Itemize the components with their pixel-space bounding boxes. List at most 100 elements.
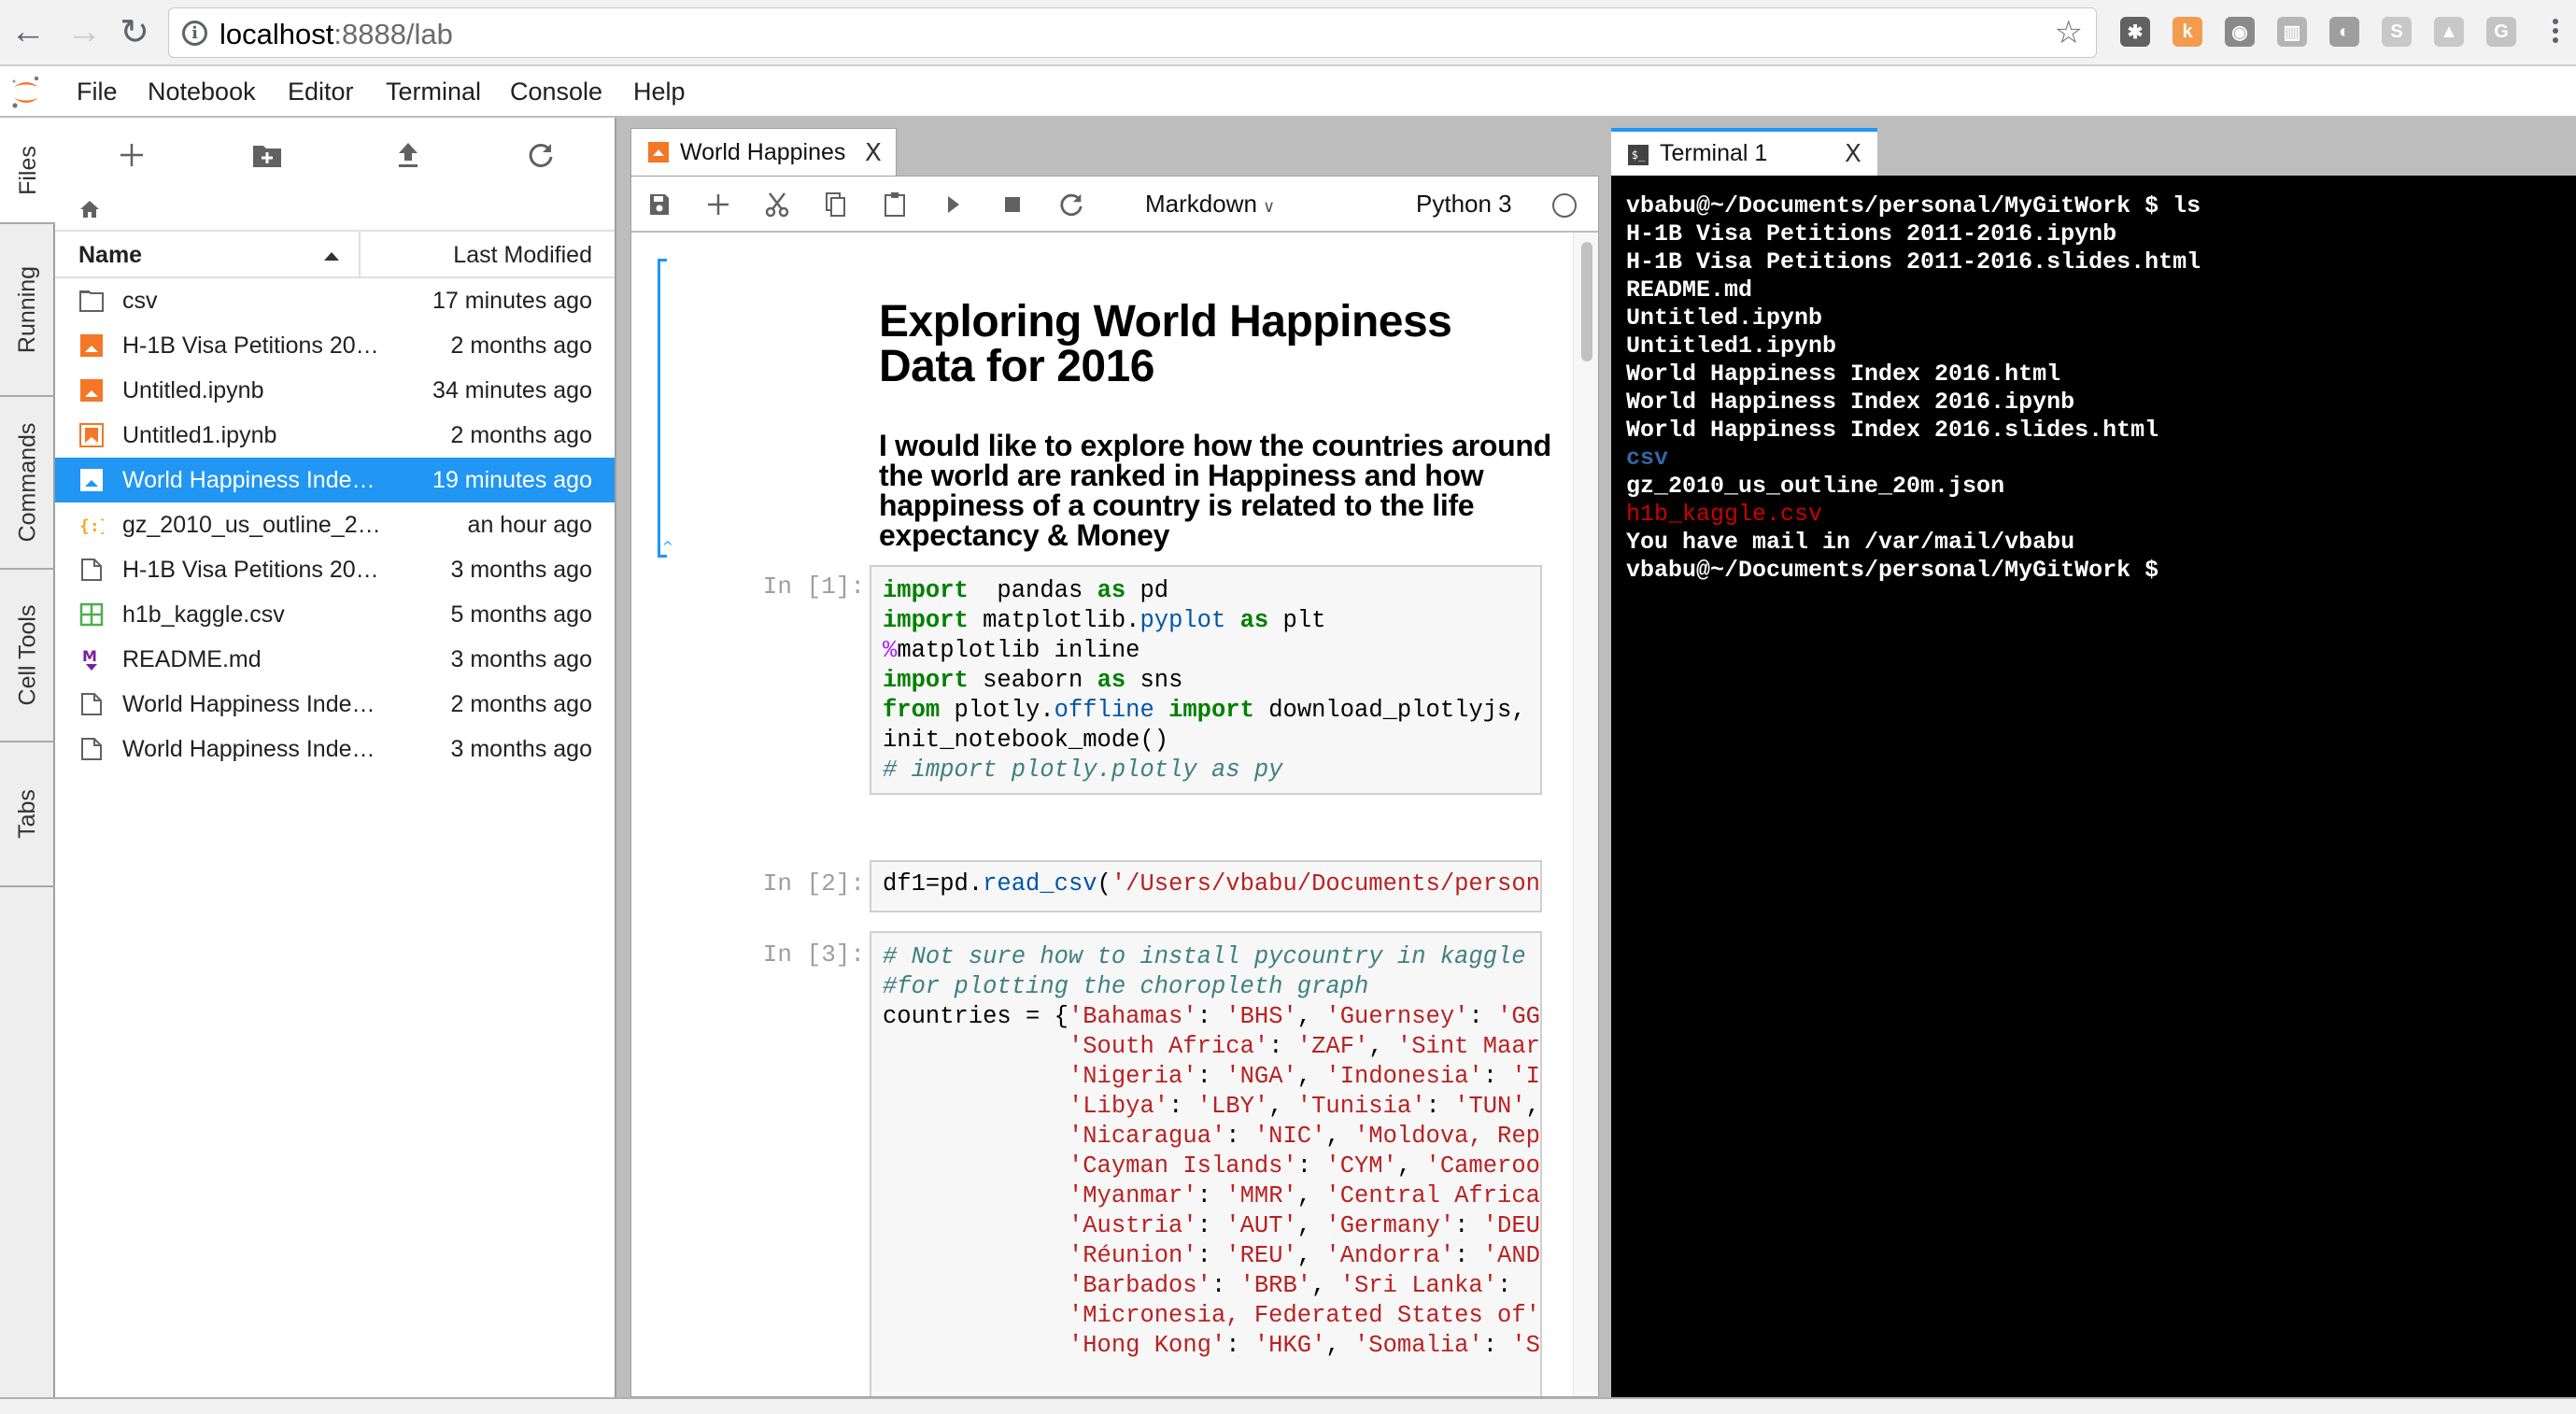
column-header-last-modified[interactable]: Last Modified — [453, 242, 592, 269]
code-cell-1[interactable]: import pandas as pd import matplotlib.pyp… — [870, 565, 1542, 795]
new-launcher-button[interactable] — [113, 136, 150, 174]
shield-extension-icon[interactable]: ◐ — [2329, 17, 2359, 47]
file-list-item[interactable]: World Happiness Inde… 2 months ago — [55, 682, 615, 727]
insert-cell-button[interactable] — [703, 190, 733, 219]
menu-file[interactable]: File — [77, 78, 118, 106]
file-list-item[interactable]: World Happiness Inde… 19 minutes ago — [55, 458, 615, 502]
spider-web-extension-icon[interactable]: ✱ — [2120, 17, 2150, 47]
side-tab-commands[interactable]: Commands — [0, 397, 55, 570]
file-name: h1b_kaggle.csv — [122, 601, 285, 628]
save-button[interactable] — [644, 190, 674, 219]
tamper-chrome-extension-icon[interactable]: ▥ — [2277, 17, 2307, 47]
notebook-scrollbar[interactable] — [1573, 233, 1598, 1396]
code-token: , — [1296, 1003, 1326, 1030]
side-tab-files[interactable]: Files — [0, 118, 57, 224]
cell-type-dropdown[interactable]: Markdown ∨ — [1145, 190, 1275, 219]
menu-terminal[interactable]: Terminal — [386, 78, 481, 106]
side-tab-running[interactable]: Running — [0, 224, 55, 397]
scrollbar-thumb[interactable] — [1581, 242, 1592, 361]
code-token-str: 'Tunisia' — [1296, 1093, 1426, 1120]
interrupt-kernel-button[interactable] — [998, 190, 1027, 219]
new-folder-button[interactable] — [248, 136, 286, 174]
url-host: localhost — [219, 18, 334, 50]
upload-button[interactable] — [389, 136, 427, 174]
file-last-modified: 3 months ago — [450, 736, 593, 762]
k-extension-icon[interactable]: k — [2173, 17, 2202, 47]
menu-notebook[interactable]: Notebook — [148, 78, 256, 106]
notebook-tab[interactable]: World Happines X — [630, 128, 897, 177]
info-icon[interactable]: i — [182, 21, 207, 46]
file-list-item[interactable]: {:} gz_2010_us_outline_2… an hour ago — [55, 502, 615, 547]
file-list-item[interactable]: h1b_kaggle.csv 5 months ago — [55, 592, 615, 637]
code-token-str: 'Andorra' — [1325, 1242, 1455, 1269]
film-reel-extension-icon[interactable]: ◉ — [2225, 17, 2255, 47]
code-token-str: 'Hong Kong' — [1068, 1332, 1226, 1359]
file-last-modified: 17 minutes ago — [432, 288, 592, 314]
code-token-str: 'REU' — [1225, 1242, 1297, 1269]
file-list-item[interactable]: H-1B Visa Petitions 20… 3 months ago — [55, 547, 615, 592]
file-last-modified: 2 months ago — [450, 691, 593, 717]
side-tab-cell-tools[interactable]: Cell Tools — [0, 570, 55, 742]
code-token: : — [1468, 1003, 1498, 1030]
side-tab-tabs[interactable]: Tabs — [0, 742, 55, 887]
cell-collapser[interactable]: ^ — [658, 259, 673, 558]
menu-help[interactable]: Help — [633, 78, 686, 106]
terminal-tab[interactable]: $_ Terminal 1 X — [1611, 128, 1877, 177]
notebook-cells[interactable]: ^ Exploring World Happiness Data for 201… — [631, 233, 1573, 1396]
cut-button[interactable] — [762, 190, 792, 219]
google-drive-extension-icon[interactable]: ▲ — [2434, 17, 2464, 47]
code-cell-3[interactable]: # Not sure how to install pycountry in k… — [870, 931, 1542, 1396]
code-token: seaborn — [968, 667, 1097, 694]
code-token-str: 'NGA' — [1225, 1063, 1297, 1090]
back-arrow-icon[interactable]: ← — [7, 11, 49, 52]
file-list-item[interactable]: csv 17 minutes ago — [55, 278, 615, 323]
code-token: : — [1225, 1123, 1254, 1150]
home-breadcrumb[interactable] — [79, 200, 100, 223]
g-extension-icon[interactable]: G — [2486, 17, 2516, 47]
collapse-caret-icon[interactable]: ^ — [662, 540, 673, 555]
kernel-name[interactable]: Python 3 — [1416, 190, 1512, 219]
code-token-kw: import — [1168, 697, 1254, 724]
skype-extension-icon[interactable]: S — [2382, 17, 2412, 47]
file-list-item[interactable]: Untitled1.ipynb 2 months ago — [55, 413, 615, 458]
file-name: gz_2010_us_outline_2… — [122, 512, 381, 538]
paste-button[interactable] — [880, 190, 910, 219]
code-token-str: 'ZAF' — [1296, 1033, 1369, 1060]
reload-icon[interactable]: ↻ — [114, 11, 155, 52]
forward-arrow-icon[interactable]: → — [64, 11, 105, 52]
terminal-line: You have mail in /var/mail/vbabu — [1626, 529, 2075, 556]
file-list-item[interactable]: World Happiness Inde… 3 months ago — [55, 727, 615, 771]
copy-button[interactable] — [821, 190, 851, 219]
menu-console[interactable]: Console — [510, 78, 602, 106]
code-token-str: 'Indonesia' — [1325, 1063, 1483, 1090]
run-cell-button[interactable] — [939, 190, 969, 219]
sort-ascending-icon[interactable] — [324, 252, 339, 261]
notebook-icon — [80, 379, 103, 402]
address-bar[interactable]: i localhost:8888/lab ☆ — [168, 7, 2097, 58]
file-last-modified: an hour ago — [467, 512, 592, 538]
file-list-item[interactable]: H-1B Visa Petitions 20… 2 months ago — [55, 323, 615, 368]
terminal-output[interactable]: vbabu@~/Documents/personal/MyGitWork $ l… — [1611, 176, 2576, 1397]
close-icon[interactable]: X — [865, 139, 882, 167]
code-cell-2[interactable]: df1=pd.read_csv('/Users/vbabu/Documents/… — [870, 860, 1542, 912]
markdown-icon: M — [82, 647, 97, 671]
code-line: 'Micronesia, Federated States of' — [883, 1301, 1540, 1331]
code-token: : — [1196, 1063, 1226, 1090]
menu-editor[interactable]: Editor — [288, 78, 354, 106]
column-header-name[interactable]: Name — [78, 242, 142, 269]
code-token-str: 'Nigeria' — [1068, 1063, 1197, 1090]
restart-kernel-button[interactable] — [1056, 190, 1086, 219]
url-text[interactable]: localhost:8888/lab — [219, 18, 453, 51]
file-list-item[interactable]: M README.md 3 months ago — [55, 637, 615, 682]
browser-menu-icon[interactable] — [2553, 19, 2560, 43]
code-token-str: '/Users/vbabu/Documents/personal/MyGitWo… — [1111, 870, 1540, 898]
terminal-line: gz_2010_us_outline_20m.json — [1626, 473, 2005, 500]
file-list-item[interactable]: Untitled.ipynb 34 minutes ago — [55, 368, 615, 413]
refresh-button[interactable] — [522, 136, 559, 174]
code-token: download_plotlyjs, init_notebook_mode, p… — [1268, 697, 1540, 724]
bookmark-star-icon[interactable]: ☆ — [2055, 14, 2083, 51]
code-line: import seaborn as sns — [883, 666, 1540, 696]
close-icon[interactable]: X — [1845, 140, 1861, 168]
